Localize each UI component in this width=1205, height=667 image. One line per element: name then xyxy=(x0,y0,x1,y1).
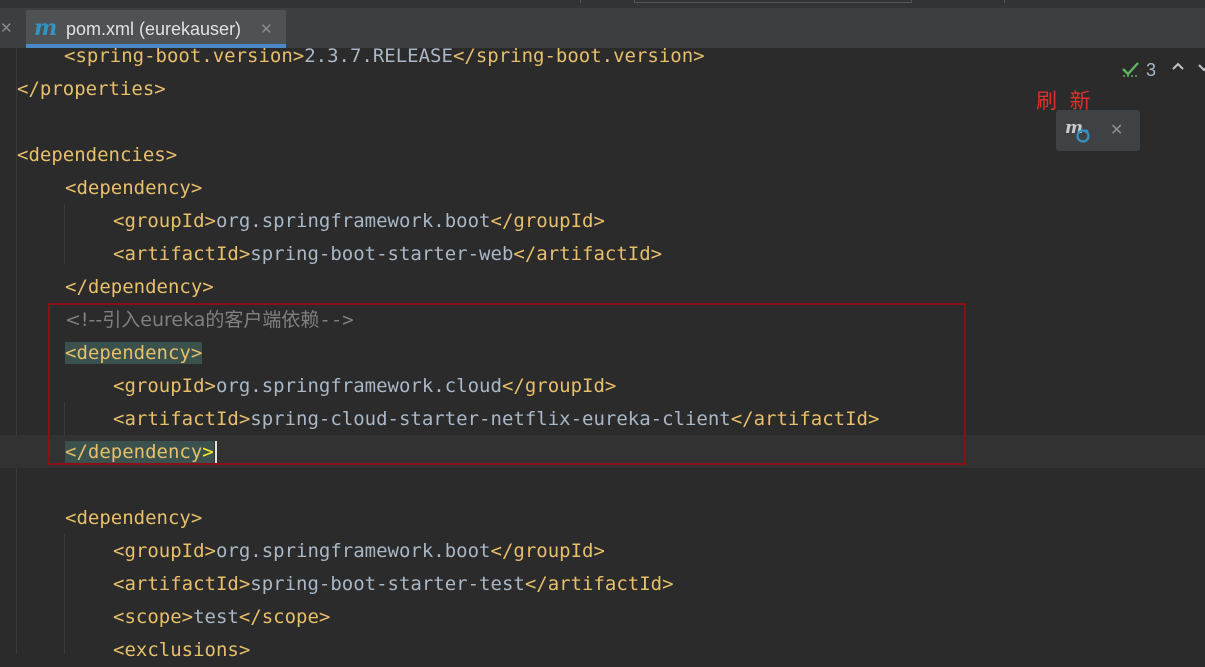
xml-close-tag: </groupId> xyxy=(490,540,605,562)
code-line: </dependency> xyxy=(65,271,214,304)
xml-close-tag: </groupId> xyxy=(490,210,605,232)
code-line: <artifactId>spring-boot-starter-test</ar… xyxy=(113,568,674,601)
svg-text:m: m xyxy=(1065,118,1083,138)
xml-open-tag: <dependency> xyxy=(65,507,203,529)
xml-open-tag: <artifactId> xyxy=(113,243,251,265)
chevron-down-icon[interactable] xyxy=(1196,59,1205,75)
xml-text: 2.3.7.RELEASE xyxy=(304,45,453,67)
code-line: <groupId>org.springframework.boot</group… xyxy=(113,535,605,568)
xml-close-tag: </scope> xyxy=(238,606,331,628)
search-field-edge xyxy=(634,0,912,3)
code-line: <exclusions> xyxy=(113,634,250,667)
xml-open-tag: <dependency> xyxy=(65,177,203,199)
xml-open-tag: <artifactId> xyxy=(113,573,251,595)
popup-close-icon[interactable]: ✕ xyxy=(1110,118,1126,142)
xml-open-tag: <scope> xyxy=(113,606,194,628)
code-line: <spring-boot.version>2.3.7.RELEASE</spri… xyxy=(64,40,705,73)
tab-label: pom.xml (eurekauser) xyxy=(66,19,242,39)
inspection-count: 3 xyxy=(1146,60,1157,80)
maven-reload-icon[interactable]: m xyxy=(1064,117,1094,145)
xml-open-tag: <groupId> xyxy=(113,210,216,232)
xml-open-tag: <groupId> xyxy=(113,540,216,562)
xml-text: test xyxy=(193,606,239,628)
xml-text: spring-boot-starter-test xyxy=(250,573,525,595)
xml-open-tag: <spring-boot.version> xyxy=(64,45,305,67)
check-double-icon xyxy=(1122,62,1139,77)
xml-open-tag: <exclusions> xyxy=(113,639,251,661)
tab-close-icon[interactable]: ✕ xyxy=(260,18,276,38)
maven-reload-popup: m ✕ xyxy=(1056,110,1140,151)
code-line: <scope>test</scope> xyxy=(113,601,330,634)
tab-bar-top-strip xyxy=(0,0,1205,8)
code-line: <groupId>org.springframework.boot</group… xyxy=(113,205,605,238)
strip-divider xyxy=(580,0,581,3)
code-line: <dependency> xyxy=(65,502,202,535)
maven-m-icon: m xyxy=(34,15,58,41)
code-line: <dependency> xyxy=(65,172,202,205)
code-line: </properties> xyxy=(17,73,166,106)
xml-text: spring-boot-starter-web xyxy=(250,243,514,265)
xml-close-tag: </artifactId> xyxy=(524,573,674,595)
code-line: <dependencies> xyxy=(17,139,177,172)
indent-guide xyxy=(64,204,65,264)
xml-text: org.springframework.boot xyxy=(215,210,491,232)
strip-divider xyxy=(1004,0,1005,3)
code-line: <artifactId>spring-boot-starter-web</art… xyxy=(113,238,662,271)
indent-guide xyxy=(64,534,65,654)
annotation-highlight-box xyxy=(48,303,966,465)
xml-close-tag: </spring-boot.version> xyxy=(452,45,705,67)
xml-text: org.springframework.boot xyxy=(215,540,491,562)
xml-close-tag: </dependency> xyxy=(65,276,214,298)
previous-tab-close-icon[interactable]: ✕ xyxy=(0,18,14,38)
xml-close-tag: </artifactId> xyxy=(513,243,663,265)
xml-close-tag: </properties> xyxy=(17,78,166,100)
xml-open-tag: <dependencies> xyxy=(17,144,178,166)
inspection-widget[interactable]: 3 xyxy=(1118,56,1205,84)
chevron-up-icon[interactable] xyxy=(1170,59,1186,75)
